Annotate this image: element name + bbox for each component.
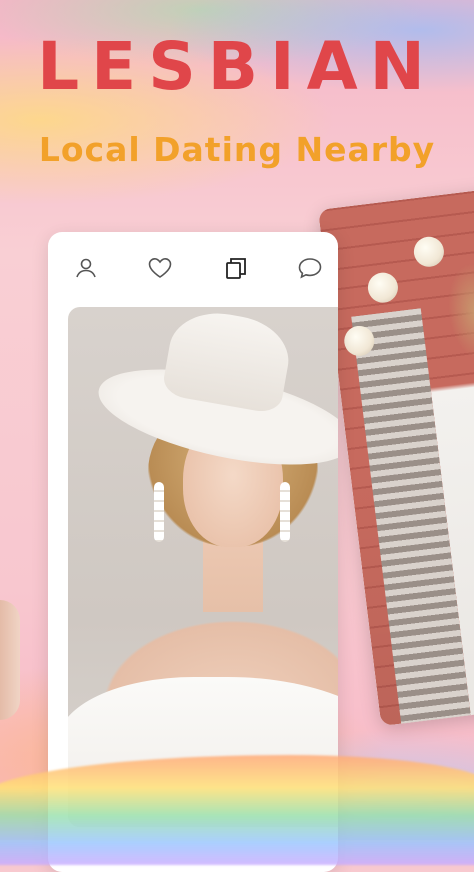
cards-icon xyxy=(226,258,246,279)
tab-discover[interactable] xyxy=(222,254,250,282)
tab-chat[interactable] xyxy=(296,254,324,282)
tab-likes[interactable] xyxy=(146,254,174,282)
rainbow-wave xyxy=(0,755,474,865)
tab-profile[interactable] xyxy=(72,254,100,282)
photo-earring xyxy=(280,482,290,542)
heart-icon xyxy=(148,257,172,278)
app-title: LESBIAN xyxy=(37,28,437,105)
profile-icon xyxy=(76,258,96,278)
decorative-object xyxy=(0,600,20,720)
top-tab-bar xyxy=(48,232,338,302)
app-subtitle: Local Dating Nearby xyxy=(38,130,436,169)
chat-icon xyxy=(298,258,322,279)
profile-photo[interactable] xyxy=(68,307,338,827)
photo-earring xyxy=(154,482,164,542)
